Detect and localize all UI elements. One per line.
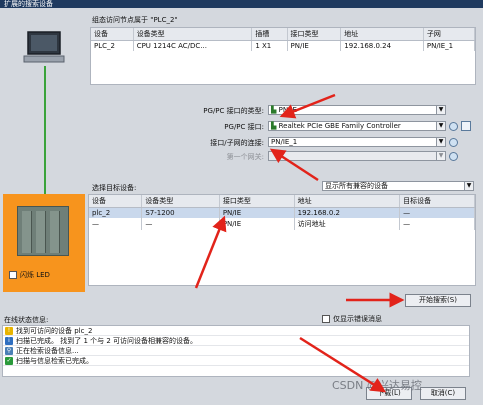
magnify-icon[interactable] (461, 121, 471, 131)
watermark: CSDN @兴达易控 (332, 379, 422, 392)
device-filter-value: 显示所有兼容的设备 (325, 182, 388, 190)
only-errors-checkbox[interactable] (322, 315, 330, 323)
column-header[interactable]: 插槽 (251, 28, 288, 41)
column-header[interactable]: 设备类型 (133, 28, 253, 41)
table-cell: PN/IE (219, 218, 295, 230)
status-message-text: 扫描已完成。 找到了 1 个与 2 可访问设备相兼容的设备。 (16, 336, 198, 345)
table-cell: 192.168.0.24 (340, 40, 424, 51)
extended-search-dialog: 扩展的搜索设备 闪烁 LED 组态访问节点属于 "PLC_2" 设备 设备类型 插槽… (0, 0, 483, 405)
only-errors-option[interactable]: 仅显示错误消息 (322, 314, 382, 324)
flash-led-checkbox[interactable] (9, 271, 17, 279)
table-cell: 192.168.0.2 (294, 207, 401, 218)
table-row[interactable]: PLC_2 CPU 1214C AC/DC... 1 X1 PN/IE 192.168.… (91, 40, 476, 51)
table-cell: 访问地址 (294, 218, 401, 230)
chevron-down-icon: ▼ (464, 182, 473, 190)
subnet-value: PN/IE_1 (271, 138, 298, 146)
chevron-down-icon: ▼ (436, 106, 445, 114)
search-icon: ⚲ (5, 346, 13, 355)
table-row[interactable]: plc_2 S7-1200 PN/IE 192.168.0.2— (89, 207, 475, 218)
device-filter-select[interactable]: 显示所有兼容的设备 ▼ (322, 181, 474, 191)
cancel-button[interactable]: 取消(C) (420, 387, 466, 400)
pgpc-type-label: PG/PC 接口的类型: (203, 107, 264, 115)
table-cell: 1 X1 (251, 40, 288, 51)
column-header[interactable]: 接口类型 (219, 195, 295, 208)
table-cell: — (399, 207, 475, 218)
gateway-label: 第一个网关: (226, 153, 264, 161)
column-header[interactable]: 设备 (91, 28, 134, 41)
pgpc-iface-label: PG/PC 接口: (224, 123, 264, 131)
plc-device-icon (17, 206, 69, 256)
dialog-title: 扩展的搜索设备 (0, 0, 483, 8)
status-message: ✓ 扫描与信息检索已完成。 (3, 356, 469, 366)
chevron-down-icon: ▼ (436, 122, 445, 130)
table-cell: PN/IE (287, 40, 342, 51)
subnet-label: 接口/子网的连接: (210, 139, 264, 147)
table-row[interactable]: — — PN/IE 访问地址 — (89, 218, 475, 230)
status-message-text: 扫描与信息检索已完成。 (16, 356, 93, 365)
configured-node-table: 设备 设备类型 插槽 接口类型 地址 子网 PLC_2 CPU 1214C AC/DC...… (90, 27, 476, 85)
subnet-select[interactable]: PN/IE_1 ▼ (268, 137, 446, 147)
chevron-down-icon: ▼ (436, 138, 445, 146)
status-message: ⚲ 正在检索设备信息... (3, 346, 469, 356)
flash-led-label: 闪烁 LED (20, 271, 50, 279)
table-cell: — (141, 218, 220, 230)
table-cell: PLC_2 (91, 40, 134, 51)
table-cell: PN/IE_1 (423, 40, 476, 51)
column-header[interactable]: 目标设备 (399, 195, 475, 208)
connection-line (44, 66, 46, 204)
topology-panel: 闪烁 LED (0, 8, 88, 296)
table-cell: S7-1200 (141, 207, 220, 218)
check-icon: ✓ (5, 356, 13, 365)
gateway-select: ▼ (268, 151, 446, 161)
select-target-title: 选择目标设备: (92, 184, 137, 192)
status-message-text: 找到可访问的设备 plc_2 (16, 326, 93, 335)
status-message-text: 正在检索设备信息... (16, 346, 79, 355)
column-header[interactable]: 设备类型 (141, 195, 220, 208)
table-cell: PN/IE (219, 207, 295, 218)
help-icon[interactable] (449, 138, 458, 147)
column-header[interactable]: 子网 (423, 28, 476, 41)
start-search-button[interactable]: 开始搜索(S) (405, 294, 471, 307)
pgpc-type-select[interactable]: ▙ PN/IE ▼ (268, 105, 446, 115)
pgpc-iface-value: Realtek PCIe GBE Family Controller (278, 122, 401, 130)
only-errors-label: 仅显示错误消息 (333, 315, 382, 323)
configured-node-title: 组态访问节点属于 "PLC_2" (92, 16, 178, 24)
network-settings-icon[interactable] (449, 122, 458, 131)
table-cell: — (399, 218, 475, 230)
column-header[interactable]: 地址 (294, 195, 401, 208)
flash-led-option[interactable]: 闪烁 LED (9, 270, 50, 280)
status-message: i 扫描已完成。 找到了 1 个与 2 可访问设备相兼容的设备。 (3, 336, 469, 346)
target-device-table: 设备 设备类型 接口类型 地址 目标设备 plc_2 S7-1200 PN/IE 192.16… (88, 194, 476, 286)
pgpc-iface-select[interactable]: ▙ Realtek PCIe GBE Family Controller ▼ (268, 121, 446, 131)
column-header[interactable]: 地址 (340, 28, 424, 41)
info-icon: i (5, 336, 13, 345)
table-cell: — (89, 218, 143, 230)
chevron-down-icon: ▼ (436, 152, 445, 160)
pgpc-type-value: PN/IE (278, 106, 297, 114)
gateway-help-icon[interactable] (449, 152, 458, 161)
table-cell: plc_2 (89, 207, 143, 218)
status-messages: ! 找到可访问的设备 plc_2 i 扫描已完成。 找到了 1 个与 2 可访问设备相… (2, 325, 470, 377)
table-cell: CPU 1214C AC/DC... (133, 40, 253, 51)
warning-icon: ! (5, 326, 13, 335)
column-header[interactable]: 设备 (89, 195, 143, 208)
status-title: 在线状态信息: (4, 316, 49, 324)
target-device-box: 闪烁 LED (3, 194, 85, 292)
column-header[interactable]: 接口类型 (287, 28, 342, 41)
pc-monitor-icon (23, 31, 65, 63)
status-message: ! 找到可访问的设备 plc_2 (3, 326, 469, 336)
